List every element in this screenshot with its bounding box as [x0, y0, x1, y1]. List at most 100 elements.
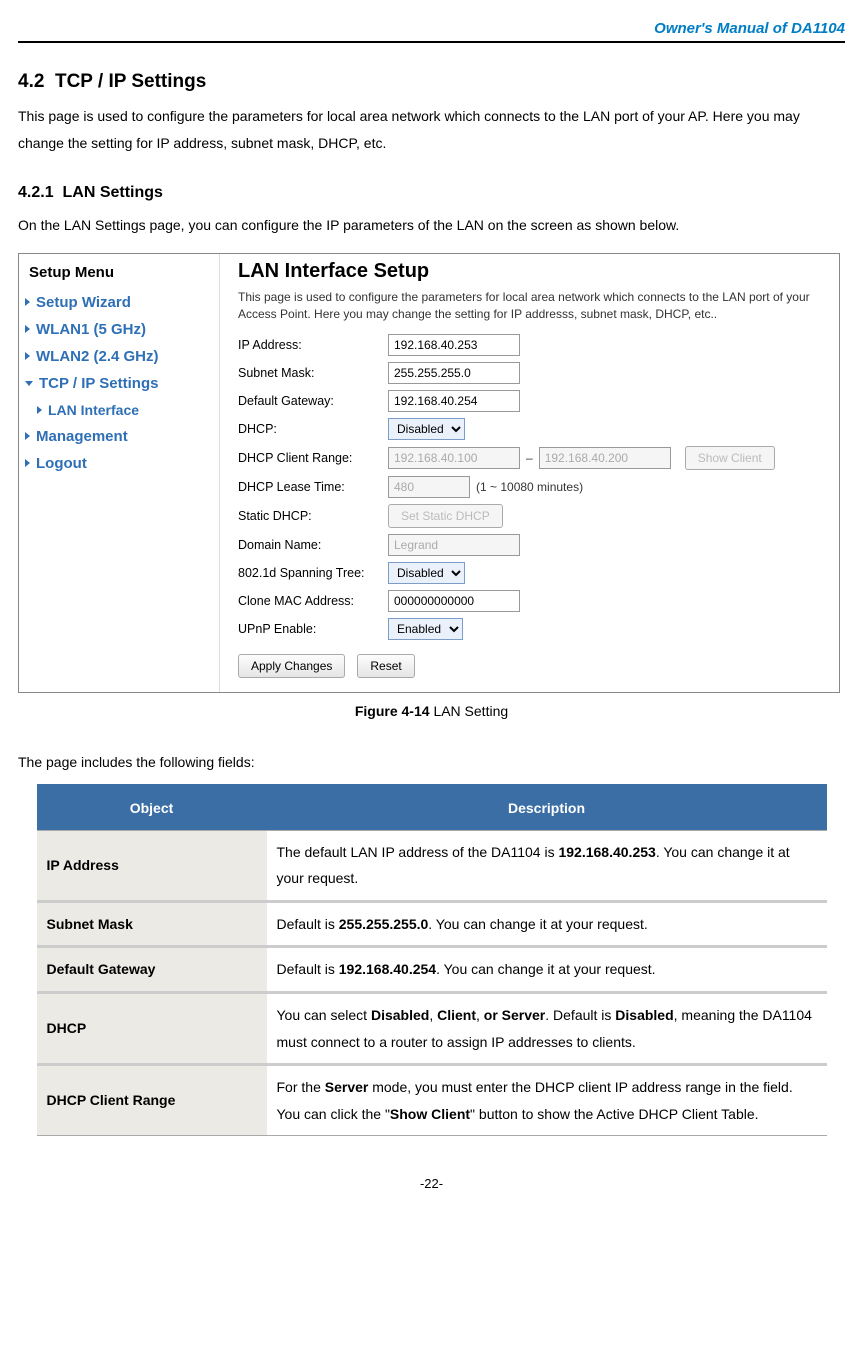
- input-range-end[interactable]: [539, 447, 671, 469]
- menu-item-tcpip[interactable]: TCP / IP Settings: [19, 370, 219, 397]
- setup-menu-panel: Setup Menu Setup Wizard WLAN1 (5 GHz) WL…: [19, 254, 220, 693]
- document-header: Owner's Manual of DA1104: [18, 20, 845, 37]
- row-lease: DHCP Lease Time: (1 ~ 10080 minutes): [238, 476, 821, 498]
- row-upnp: UPnP Enable: Enabled: [238, 618, 821, 640]
- cell-description: For the Server mode, you must enter the …: [267, 1065, 827, 1136]
- input-lease-time[interactable]: [388, 476, 470, 498]
- select-spanning-tree[interactable]: Disabled: [388, 562, 465, 584]
- input-subnet-mask[interactable]: [388, 362, 520, 384]
- cell-object: Subnet Mask: [37, 901, 267, 947]
- section-title: TCP / IP Settings: [55, 71, 206, 92]
- label-domain: Domain Name:: [238, 538, 388, 552]
- label-static: Static DHCP:: [238, 509, 388, 523]
- header-rule: [18, 41, 845, 43]
- table-row: IP AddressThe default LAN IP address of …: [37, 830, 827, 901]
- reset-button[interactable]: Reset: [357, 654, 414, 678]
- menu-label: WLAN2 (2.4 GHz): [36, 348, 159, 365]
- subsection-title: LAN Settings: [62, 184, 162, 201]
- fields-intro: The page includes the following fields:: [18, 749, 845, 776]
- input-range-start[interactable]: [388, 447, 520, 469]
- page-number: -22-: [18, 1176, 845, 1191]
- menu-item-setup-wizard[interactable]: Setup Wizard: [19, 289, 219, 316]
- label-gateway: Default Gateway:: [238, 394, 388, 408]
- caret-down-icon: [25, 381, 33, 386]
- set-static-dhcp-button[interactable]: Set Static DHCP: [388, 504, 503, 528]
- row-domain: Domain Name:: [238, 534, 821, 556]
- caret-right-icon: [25, 298, 30, 306]
- label-range: DHCP Client Range:: [238, 451, 388, 465]
- subsection-number: 4.2.1: [18, 184, 54, 201]
- lan-interface-panel: LAN Interface Setup This page is used to…: [220, 254, 839, 693]
- section-number: 4.2: [18, 71, 44, 92]
- label-subnet: Subnet Mask:: [238, 366, 388, 380]
- label-ip: IP Address:: [238, 338, 388, 352]
- fields-table: Object Description IP AddressThe default…: [37, 784, 827, 1136]
- table-row: DHCPYou can select Disabled, Client, or …: [37, 992, 827, 1064]
- label-clone: Clone MAC Address:: [238, 594, 388, 608]
- menu-label: TCP / IP Settings: [39, 375, 158, 392]
- menu-label: LAN Interface: [48, 402, 139, 418]
- header-description: Description: [267, 785, 827, 830]
- cell-description: Default is 192.168.40.254. You can chang…: [267, 947, 827, 993]
- row-spanning: 802.1d Spanning Tree: Disabled: [238, 562, 821, 584]
- row-static-dhcp: Static DHCP: Set Static DHCP: [238, 504, 821, 528]
- label-dhcp: DHCP:: [238, 422, 388, 436]
- table-row: Subnet MaskDefault is 255.255.255.0. You…: [37, 901, 827, 947]
- subsection-heading: 4.2.1 LAN Settings: [18, 184, 845, 202]
- menu-label: Management: [36, 428, 128, 445]
- row-ip: IP Address:: [238, 334, 821, 356]
- caret-right-icon: [25, 459, 30, 467]
- cell-object: DHCP: [37, 992, 267, 1064]
- caret-right-icon: [37, 406, 42, 414]
- show-client-button[interactable]: Show Client: [685, 446, 775, 470]
- label-lease: DHCP Lease Time:: [238, 480, 388, 494]
- label-spanning: 802.1d Spanning Tree:: [238, 566, 388, 580]
- row-gateway: Default Gateway:: [238, 390, 821, 412]
- menu-item-management[interactable]: Management: [19, 423, 219, 450]
- menu-label: Logout: [36, 455, 87, 472]
- button-row: Apply Changes Reset: [238, 654, 821, 678]
- panel-description: This page is used to configure the param…: [238, 289, 821, 323]
- menu-item-wlan1[interactable]: WLAN1 (5 GHz): [19, 316, 219, 343]
- cell-description: The default LAN IP address of the DA1104…: [267, 830, 827, 901]
- range-dash: –: [526, 451, 533, 465]
- panel-title: LAN Interface Setup: [238, 260, 821, 283]
- figure-label: Figure 4-14: [355, 703, 430, 719]
- row-dhcp-range: DHCP Client Range: – Show Client: [238, 446, 821, 470]
- lease-hint: (1 ~ 10080 minutes): [476, 480, 583, 494]
- setup-menu-title: Setup Menu: [19, 258, 219, 289]
- cell-object: Default Gateway: [37, 947, 267, 993]
- row-clone: Clone MAC Address:: [238, 590, 821, 612]
- select-upnp[interactable]: Enabled: [388, 618, 463, 640]
- menu-item-logout[interactable]: Logout: [19, 450, 219, 477]
- input-ip-address[interactable]: [388, 334, 520, 356]
- menu-label: WLAN1 (5 GHz): [36, 321, 146, 338]
- label-upnp: UPnP Enable:: [238, 622, 388, 636]
- table-row: Default GatewayDefault is 192.168.40.254…: [37, 947, 827, 993]
- subsection-body: On the LAN Settings page, you can config…: [18, 212, 845, 239]
- input-clone-mac[interactable]: [388, 590, 520, 612]
- cell-description: You can select Disabled, Client, or Serv…: [267, 992, 827, 1064]
- apply-changes-button[interactable]: Apply Changes: [238, 654, 345, 678]
- caret-right-icon: [25, 352, 30, 360]
- header-object: Object: [37, 785, 267, 830]
- caret-right-icon: [25, 432, 30, 440]
- table-row: DHCP Client RangeFor the Server mode, yo…: [37, 1065, 827, 1136]
- menu-item-lan-interface[interactable]: LAN Interface: [19, 397, 219, 423]
- row-dhcp: DHCP: Disabled: [238, 418, 821, 440]
- caret-right-icon: [25, 325, 30, 333]
- section-body: This page is used to configure the param…: [18, 103, 845, 156]
- cell-object: IP Address: [37, 830, 267, 901]
- cell-description: Default is 255.255.255.0. You can change…: [267, 901, 827, 947]
- input-default-gateway[interactable]: [388, 390, 520, 412]
- cell-object: DHCP Client Range: [37, 1065, 267, 1136]
- menu-item-wlan2[interactable]: WLAN2 (2.4 GHz): [19, 343, 219, 370]
- menu-label: Setup Wizard: [36, 294, 131, 311]
- figure-name: LAN Setting: [433, 703, 508, 719]
- select-dhcp[interactable]: Disabled: [388, 418, 465, 440]
- lan-settings-screenshot: Setup Menu Setup Wizard WLAN1 (5 GHz) WL…: [18, 253, 840, 694]
- row-subnet: Subnet Mask:: [238, 362, 821, 384]
- section-heading: 4.2 TCP / IP Settings: [18, 71, 845, 93]
- input-domain-name[interactable]: [388, 534, 520, 556]
- figure-caption: Figure 4-14 LAN Setting: [18, 703, 845, 719]
